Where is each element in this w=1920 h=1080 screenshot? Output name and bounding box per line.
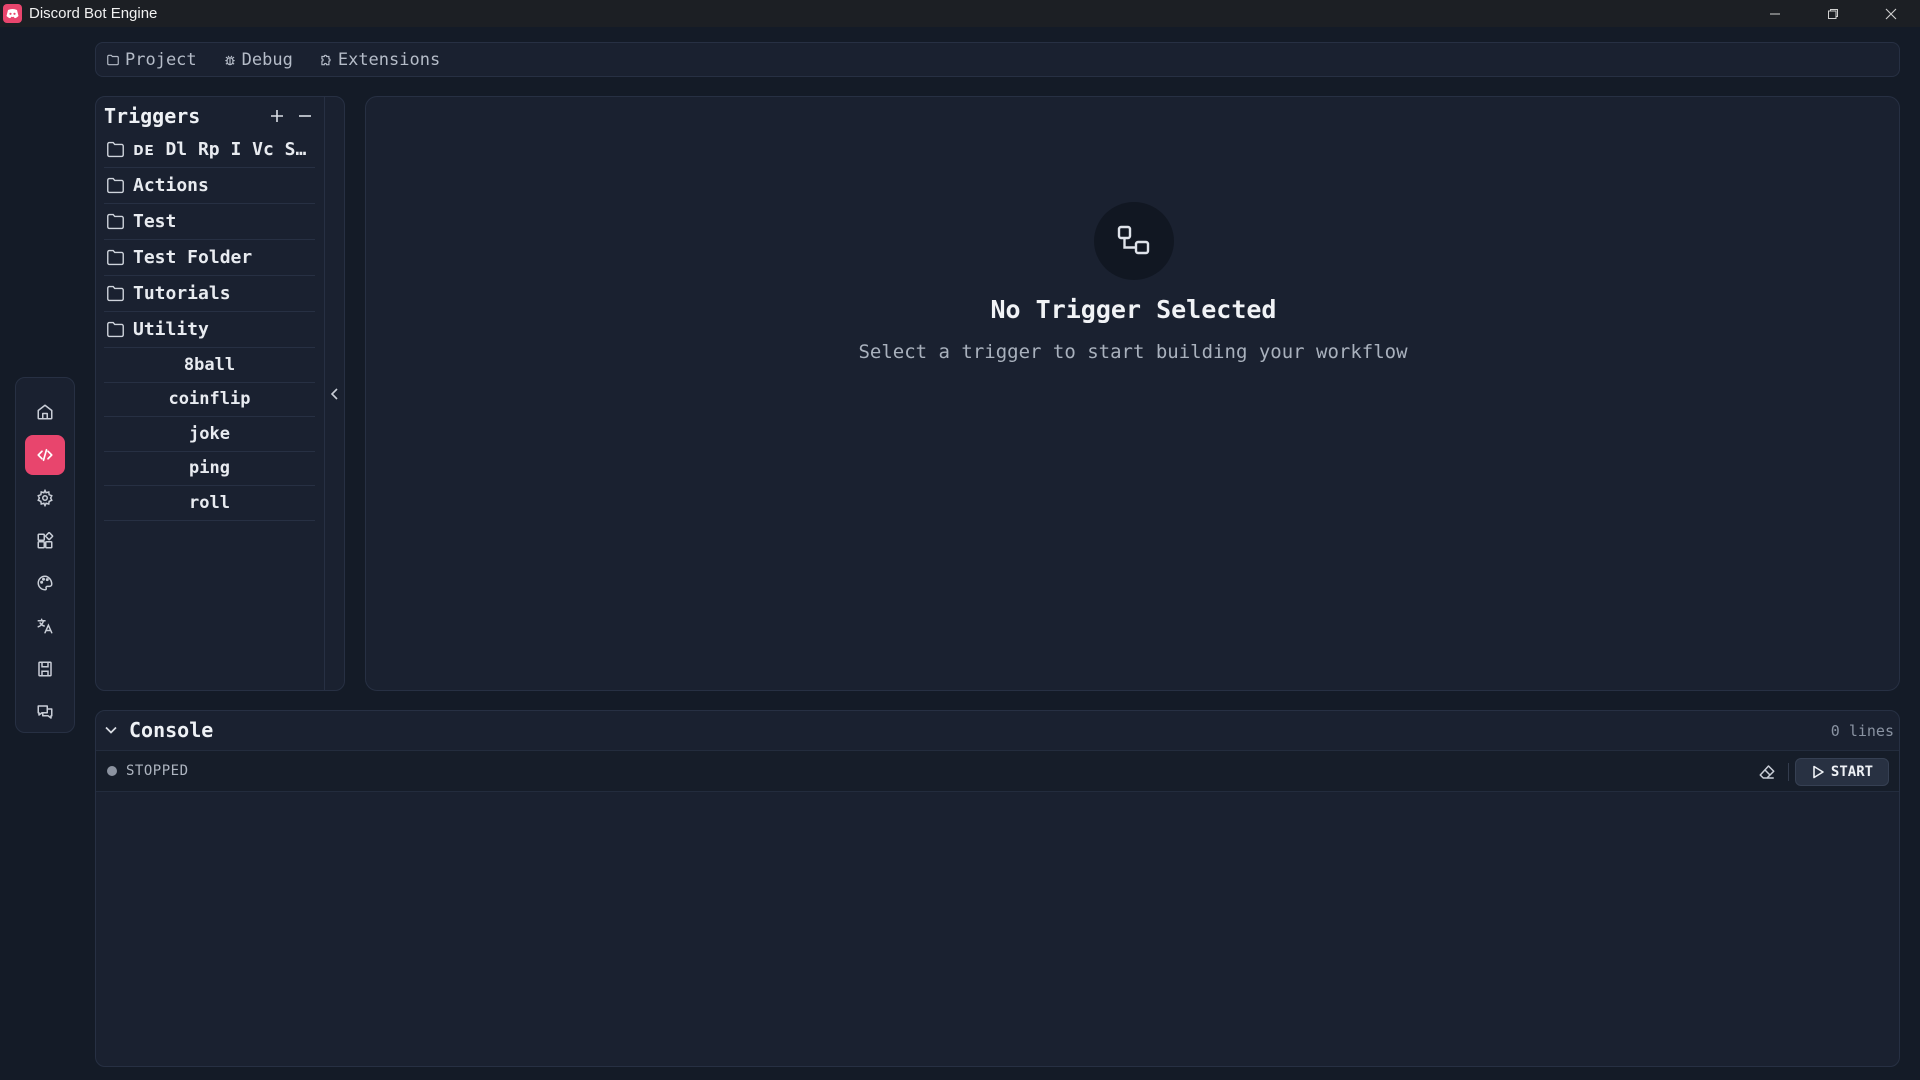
command-label: 8ball [183,354,236,375]
nav-home[interactable] [25,392,65,432]
folder-item[interactable]: Test [104,204,315,240]
folder-item[interactable]: Actions [104,168,315,204]
command-item[interactable]: joke [104,417,315,452]
workflow-editor: No Trigger Selected Select a trigger to … [365,96,1900,691]
status-text: STOPPED [126,763,189,779]
triggers-tree: Triggers ᴅᴇ Dl Rp I Vc S… Actions Test T… [96,97,325,690]
nav-theme[interactable] [25,564,65,604]
widgets-icon [37,531,54,549]
nav-storage[interactable] [25,649,65,689]
close-icon [1885,8,1897,19]
command-label: ping [189,458,230,479]
console-line-count: 0 lines [1830,722,1894,740]
restore-button[interactable] [1804,0,1862,27]
translate-icon [37,618,53,634]
tab-project[interactable]: Project [106,50,197,70]
add-trigger-button[interactable] [263,103,291,129]
chevron-left-icon [330,388,338,400]
nav-widgets[interactable] [25,521,65,561]
chevron-down-icon [105,726,117,734]
folder-item[interactable]: Tutorials [104,276,315,312]
tab-debug[interactable]: Debug [223,50,293,70]
save-icon [38,661,52,677]
minimize-icon [1770,13,1780,14]
folder-label: Utility [133,319,209,340]
command-item[interactable]: 8ball [104,348,315,383]
empty-state-title: No Trigger Selected [990,295,1277,324]
command-item[interactable]: ping [104,452,315,486]
window-controls [1746,0,1920,27]
status-indicator [107,766,117,776]
folder-label: ᴅᴇ Dl Rp I Vc S… [133,138,307,160]
collapse-panel-button[interactable] [326,383,344,405]
folder-icon [107,177,124,194]
workflow-icon [1094,202,1174,280]
plus-icon [271,110,283,122]
nav-settings[interactable] [25,478,65,518]
command-item[interactable]: roll [104,486,315,521]
triggers-header: Triggers [104,103,319,129]
title-bar: Discord Bot Engine [0,0,1920,27]
folder-icon [107,141,124,158]
folder-icon [107,249,124,266]
command-label: roll [189,492,230,513]
play-icon [1813,765,1824,779]
triggers-panel: Triggers ᴅᴇ Dl Rp I Vc S… Actions Test T… [95,96,345,691]
folder-icon [107,54,119,65]
folder-icon [107,285,124,302]
gear-icon [37,488,53,507]
remove-trigger-button[interactable] [291,103,319,129]
tab-label: Extensions [337,49,441,70]
bug-icon [224,55,235,65]
tab-label: Debug [241,49,293,70]
console-status-bar: STOPPED START [96,750,1899,792]
tab-extensions[interactable]: Extensions [319,50,440,70]
folder-item[interactable]: ᴅᴇ Dl Rp I Vc S… [104,132,315,168]
start-bot-button[interactable]: START [1795,758,1889,786]
folder-label: Actions [133,175,209,196]
top-tab-bar: Project Debug Extensions [95,42,1900,77]
console-panel: Console 0 lines STOPPED START [95,710,1900,1067]
command-label: coinflip [168,389,251,410]
chat-icon [37,705,53,719]
code-icon [37,448,53,461]
folder-icon [107,321,124,338]
empty-state-subtitle: Select a trigger to start building your … [858,341,1408,363]
start-label: START [1830,764,1874,780]
close-button[interactable] [1862,0,1920,27]
triggers-title: Triggers [104,104,201,128]
eraser-icon [1759,765,1775,779]
console-header[interactable]: Console [96,711,1899,749]
folder-item[interactable]: Test Folder [104,240,315,276]
nav-messages[interactable] [25,692,65,732]
trigger-folder-list: ᴅᴇ Dl Rp I Vc S… Actions Test Test Folde… [104,132,315,521]
nav-translations[interactable] [25,606,65,646]
console-title: Console [129,718,214,742]
clear-console-button[interactable] [1755,760,1779,784]
restore-icon [1828,8,1838,19]
left-nav [15,377,75,733]
nav-code[interactable] [25,434,65,475]
command-item[interactable]: coinflip [104,383,315,417]
folder-label: Tutorials [133,283,231,304]
puzzle-icon [321,54,331,65]
folder-icon [107,213,124,230]
minimize-button[interactable] [1746,0,1804,27]
folder-label: Test [133,211,177,232]
folder-label: Test Folder [133,247,253,268]
app-logo-icon [3,4,22,23]
folder-item[interactable]: Utility [104,312,315,348]
home-icon [37,404,53,420]
divider [1788,763,1789,781]
tab-label: Project [125,49,197,70]
command-label: joke [189,423,230,444]
window-title: Discord Bot Engine [29,5,158,22]
palette-icon [37,575,53,591]
minus-icon [299,115,311,117]
